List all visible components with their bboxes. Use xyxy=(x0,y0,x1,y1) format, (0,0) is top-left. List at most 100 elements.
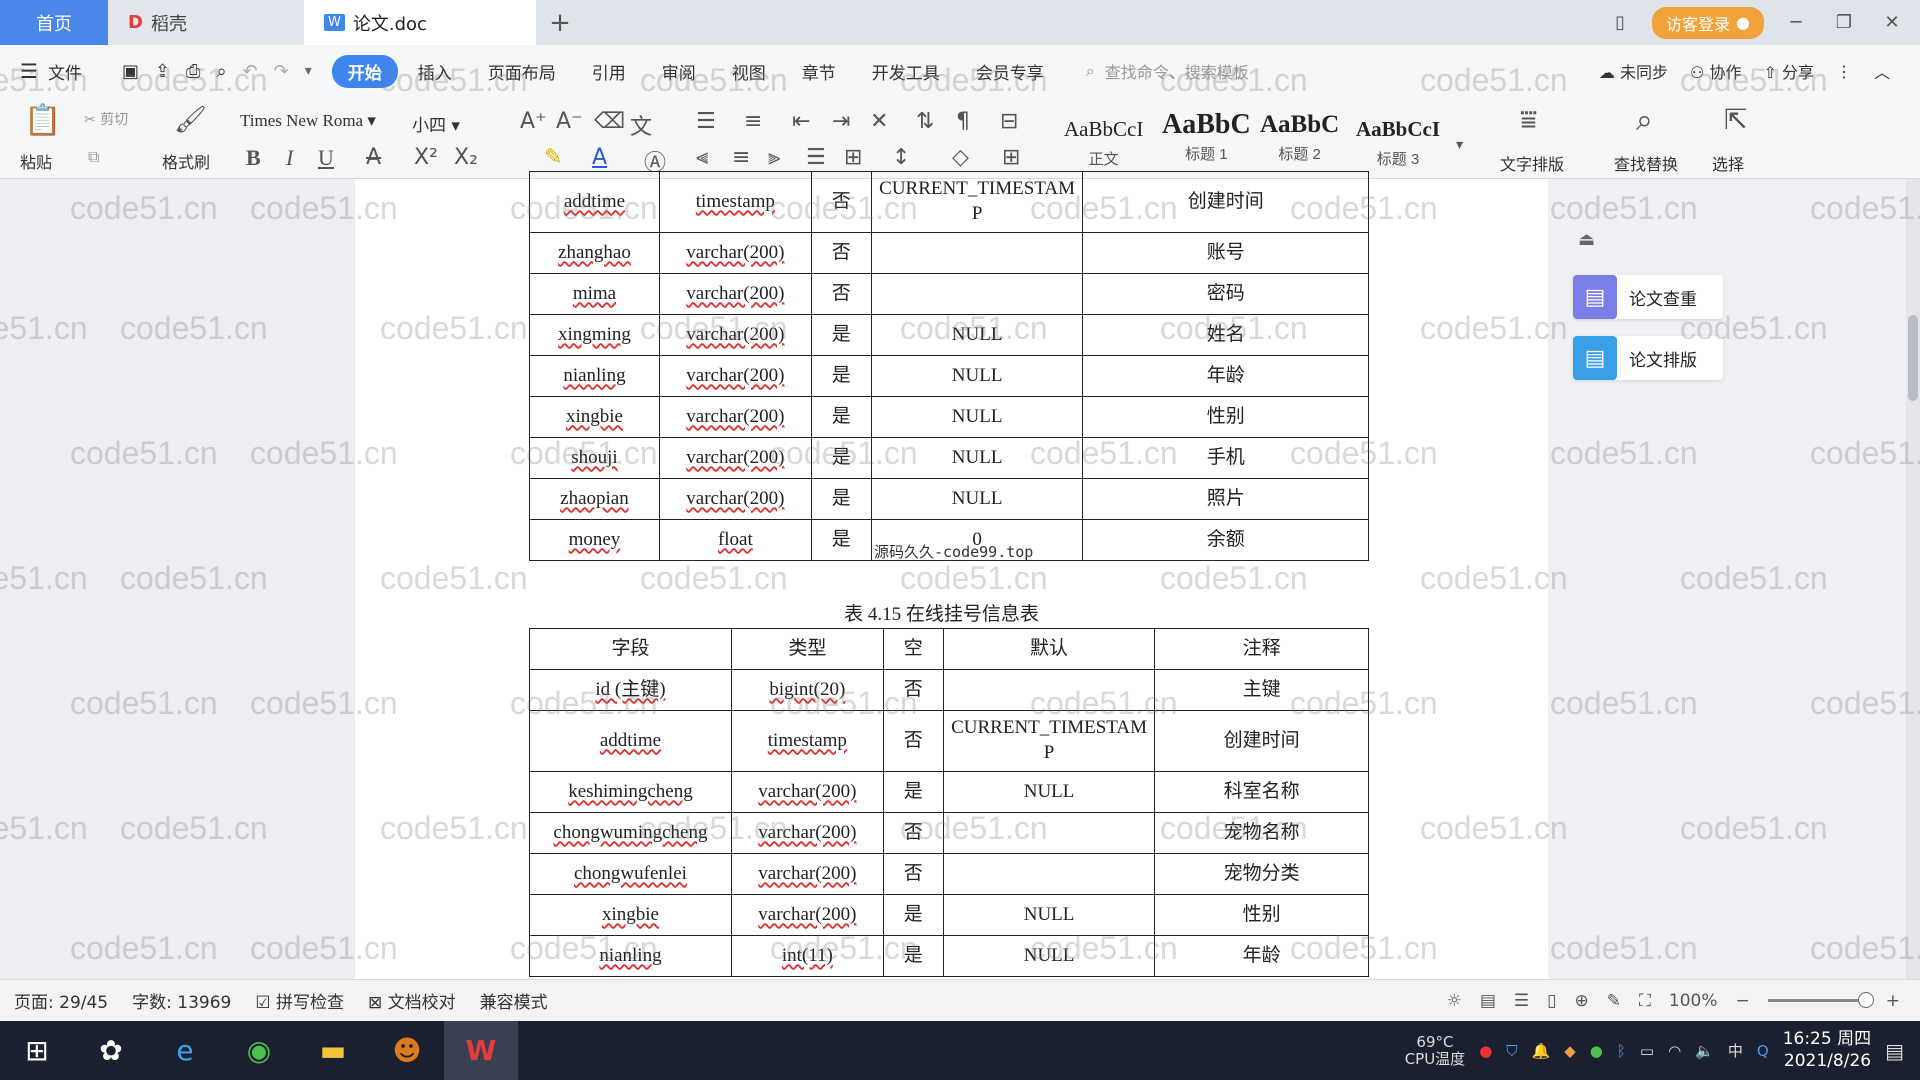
table-cell[interactable]: 是 xyxy=(810,314,872,356)
shrink-font-icon[interactable]: A⁻ xyxy=(556,109,583,134)
table-cell[interactable]: timestamp xyxy=(658,171,812,233)
more-icon[interactable]: ⋮ xyxy=(1836,62,1852,81)
table-cell[interactable]: NULL xyxy=(870,437,1084,479)
font-name-select[interactable]: Times New Roma ▾ xyxy=(240,111,410,131)
table-cell[interactable]: 科室名称 xyxy=(1154,771,1369,813)
table-cell[interactable]: CURRENT_TIMESTAMP xyxy=(942,710,1156,772)
table-cell[interactable]: 宠物分类 xyxy=(1154,853,1369,895)
table-cell[interactable]: zhanghao xyxy=(529,232,660,274)
bullet-list-icon[interactable]: ☰ xyxy=(696,109,716,134)
zoom-out-icon[interactable]: − xyxy=(1736,991,1750,1011)
table-cell[interactable]: money xyxy=(529,519,660,561)
table-cell[interactable]: mima xyxy=(529,273,660,315)
app-pinwheel-icon[interactable]: ✿ xyxy=(74,1021,148,1080)
battery-icon[interactable]: ▭ xyxy=(1640,1042,1654,1060)
table-cell[interactable]: 注释 xyxy=(1154,628,1369,670)
table-cell[interactable]: timestamp xyxy=(730,710,884,772)
table-cell[interactable]: 空 xyxy=(882,628,944,670)
hamburger-menu-icon[interactable]: ☰ xyxy=(20,59,38,83)
reading-view-icon[interactable]: ▯ xyxy=(1547,991,1556,1011)
table-cell[interactable]: varchar(200) xyxy=(658,437,812,479)
zoom-slider-knob[interactable] xyxy=(1857,992,1874,1008)
ime-indicator[interactable]: 中 xyxy=(1728,1040,1743,1061)
table-cell[interactable]: 余额 xyxy=(1082,519,1369,561)
file-explorer-icon[interactable]: ▬ xyxy=(296,1021,370,1080)
table-cell[interactable]: 否 xyxy=(810,171,872,233)
zoom-in-icon[interactable]: + xyxy=(1886,991,1900,1011)
table-cell[interactable]: 年龄 xyxy=(1082,355,1369,397)
menu-page-layout[interactable]: 页面布局 xyxy=(472,55,572,88)
menu-member[interactable]: 会员专享 xyxy=(960,55,1060,88)
table-cell[interactable]: NULL xyxy=(942,935,1156,977)
media-app-icon[interactable]: ☻ xyxy=(370,1021,444,1080)
table-cell[interactable]: varchar(200) xyxy=(730,812,884,854)
tray-app-icon[interactable]: ● xyxy=(1479,1042,1492,1060)
table-cell[interactable]: varchar(200) xyxy=(658,478,812,520)
select-cursor-icon[interactable]: ⇱ xyxy=(1724,103,1747,136)
select-label[interactable]: 选择 xyxy=(1712,151,1744,175)
command-search[interactable]: ⌕ 查找命令、搜索模板 xyxy=(1086,59,1249,83)
undo-icon[interactable]: ↶ xyxy=(243,61,258,82)
table-cell[interactable]: CURRENT_TIMESTAMP xyxy=(870,171,1084,233)
table-cell[interactable]: 是 xyxy=(882,935,944,977)
table-cell[interactable]: 是 xyxy=(810,519,872,561)
highlight-icon[interactable]: ✎ xyxy=(544,145,562,170)
ime-search-icon[interactable]: Q xyxy=(1757,1042,1769,1060)
table-cell[interactable]: float xyxy=(658,519,812,561)
table-cell[interactable]: 宠物名称 xyxy=(1154,812,1369,854)
table-cell[interactable]: 是 xyxy=(810,355,872,397)
table-cell[interactable]: varchar(200) xyxy=(658,355,812,397)
table-cell[interactable]: 是 xyxy=(882,771,944,813)
underline-icon[interactable]: U xyxy=(318,145,334,171)
cpu-temp-widget[interactable]: 69°C CPU温度 xyxy=(1405,1034,1466,1067)
collapse-ribbon-icon[interactable]: ︿ xyxy=(1874,59,1890,83)
notification-bell-icon[interactable]: 🔔 xyxy=(1532,1042,1551,1060)
menu-file[interactable]: 文件 xyxy=(42,55,98,88)
green-browser-icon[interactable]: ◉ xyxy=(222,1021,296,1080)
scrollbar-thumb[interactable] xyxy=(1908,315,1918,401)
tab-document[interactable]: W 论文.doc xyxy=(304,0,536,45)
format-painter-icon[interactable]: 🖌 xyxy=(174,105,207,135)
decrease-indent-icon[interactable]: ⇤ xyxy=(792,109,810,134)
table-cell[interactable]: nianling xyxy=(529,355,660,397)
clear-format-icon[interactable]: ⌫ xyxy=(594,109,625,134)
table-cell[interactable]: 否 xyxy=(882,812,944,854)
table-cell[interactable]: 是 xyxy=(810,478,872,520)
menu-references[interactable]: 引用 xyxy=(576,55,642,88)
table-cell[interactable]: 性别 xyxy=(1082,396,1369,438)
collapse-panel-icon[interactable]: ⏏ xyxy=(1578,229,1595,250)
justify-icon[interactable]: ☰ xyxy=(806,145,826,170)
print-icon[interactable]: ⎙ xyxy=(186,61,200,82)
style-heading-3[interactable]: AaBbCcI 标题 3 xyxy=(1356,117,1440,169)
table-cell[interactable]: 字段 xyxy=(529,628,732,670)
table-cell[interactable]: varchar(200) xyxy=(730,853,884,895)
table-cell[interactable]: varchar(200) xyxy=(730,894,884,936)
restore-icon[interactable]: ❐ xyxy=(1828,12,1860,33)
sort-icon[interactable]: ⇅ xyxy=(916,109,934,134)
tray-shield-icon[interactable]: ⛉ xyxy=(1506,1042,1517,1060)
table-cell[interactable]: NULL xyxy=(870,396,1084,438)
find-replace-icon[interactable]: ⌕ xyxy=(1636,103,1653,138)
system-clock[interactable]: 16:25 周四 2021/8/26 xyxy=(1783,1029,1871,1072)
find-replace-label[interactable]: 查找替换 xyxy=(1614,151,1678,175)
copy-icon[interactable]: ⧉ xyxy=(88,147,99,167)
tray-wechat-icon[interactable]: ● xyxy=(1590,1042,1603,1060)
menu-review[interactable]: 审阅 xyxy=(646,55,712,88)
show-marks-icon[interactable]: ¶ xyxy=(956,109,970,134)
table-cell[interactable]: 密码 xyxy=(1082,273,1369,315)
chinese-layout-icon[interactable]: ✕ xyxy=(870,109,888,134)
vertical-scrollbar[interactable] xyxy=(1906,179,1920,979)
table-cell[interactable]: chongwumingcheng xyxy=(529,812,732,854)
redo-icon[interactable]: ↷ xyxy=(274,61,289,82)
reading-mode-icon[interactable]: ▯ xyxy=(1604,12,1636,33)
page-indicator[interactable]: 页面: 29/45 xyxy=(14,988,108,1013)
word-count[interactable]: 字数: 13969 xyxy=(132,988,231,1013)
table-cell[interactable]: zhaopian xyxy=(529,478,660,520)
bold-icon[interactable]: B xyxy=(246,145,261,171)
save-icon[interactable]: ▣ xyxy=(122,61,139,82)
italic-icon[interactable]: I xyxy=(286,145,293,171)
table-cell[interactable]: xingbie xyxy=(529,894,732,936)
align-center-icon[interactable]: ≡ xyxy=(732,145,750,170)
line-spacing-icon[interactable]: ↕ xyxy=(892,145,910,170)
table-cell[interactable]: 年龄 xyxy=(1154,935,1369,977)
